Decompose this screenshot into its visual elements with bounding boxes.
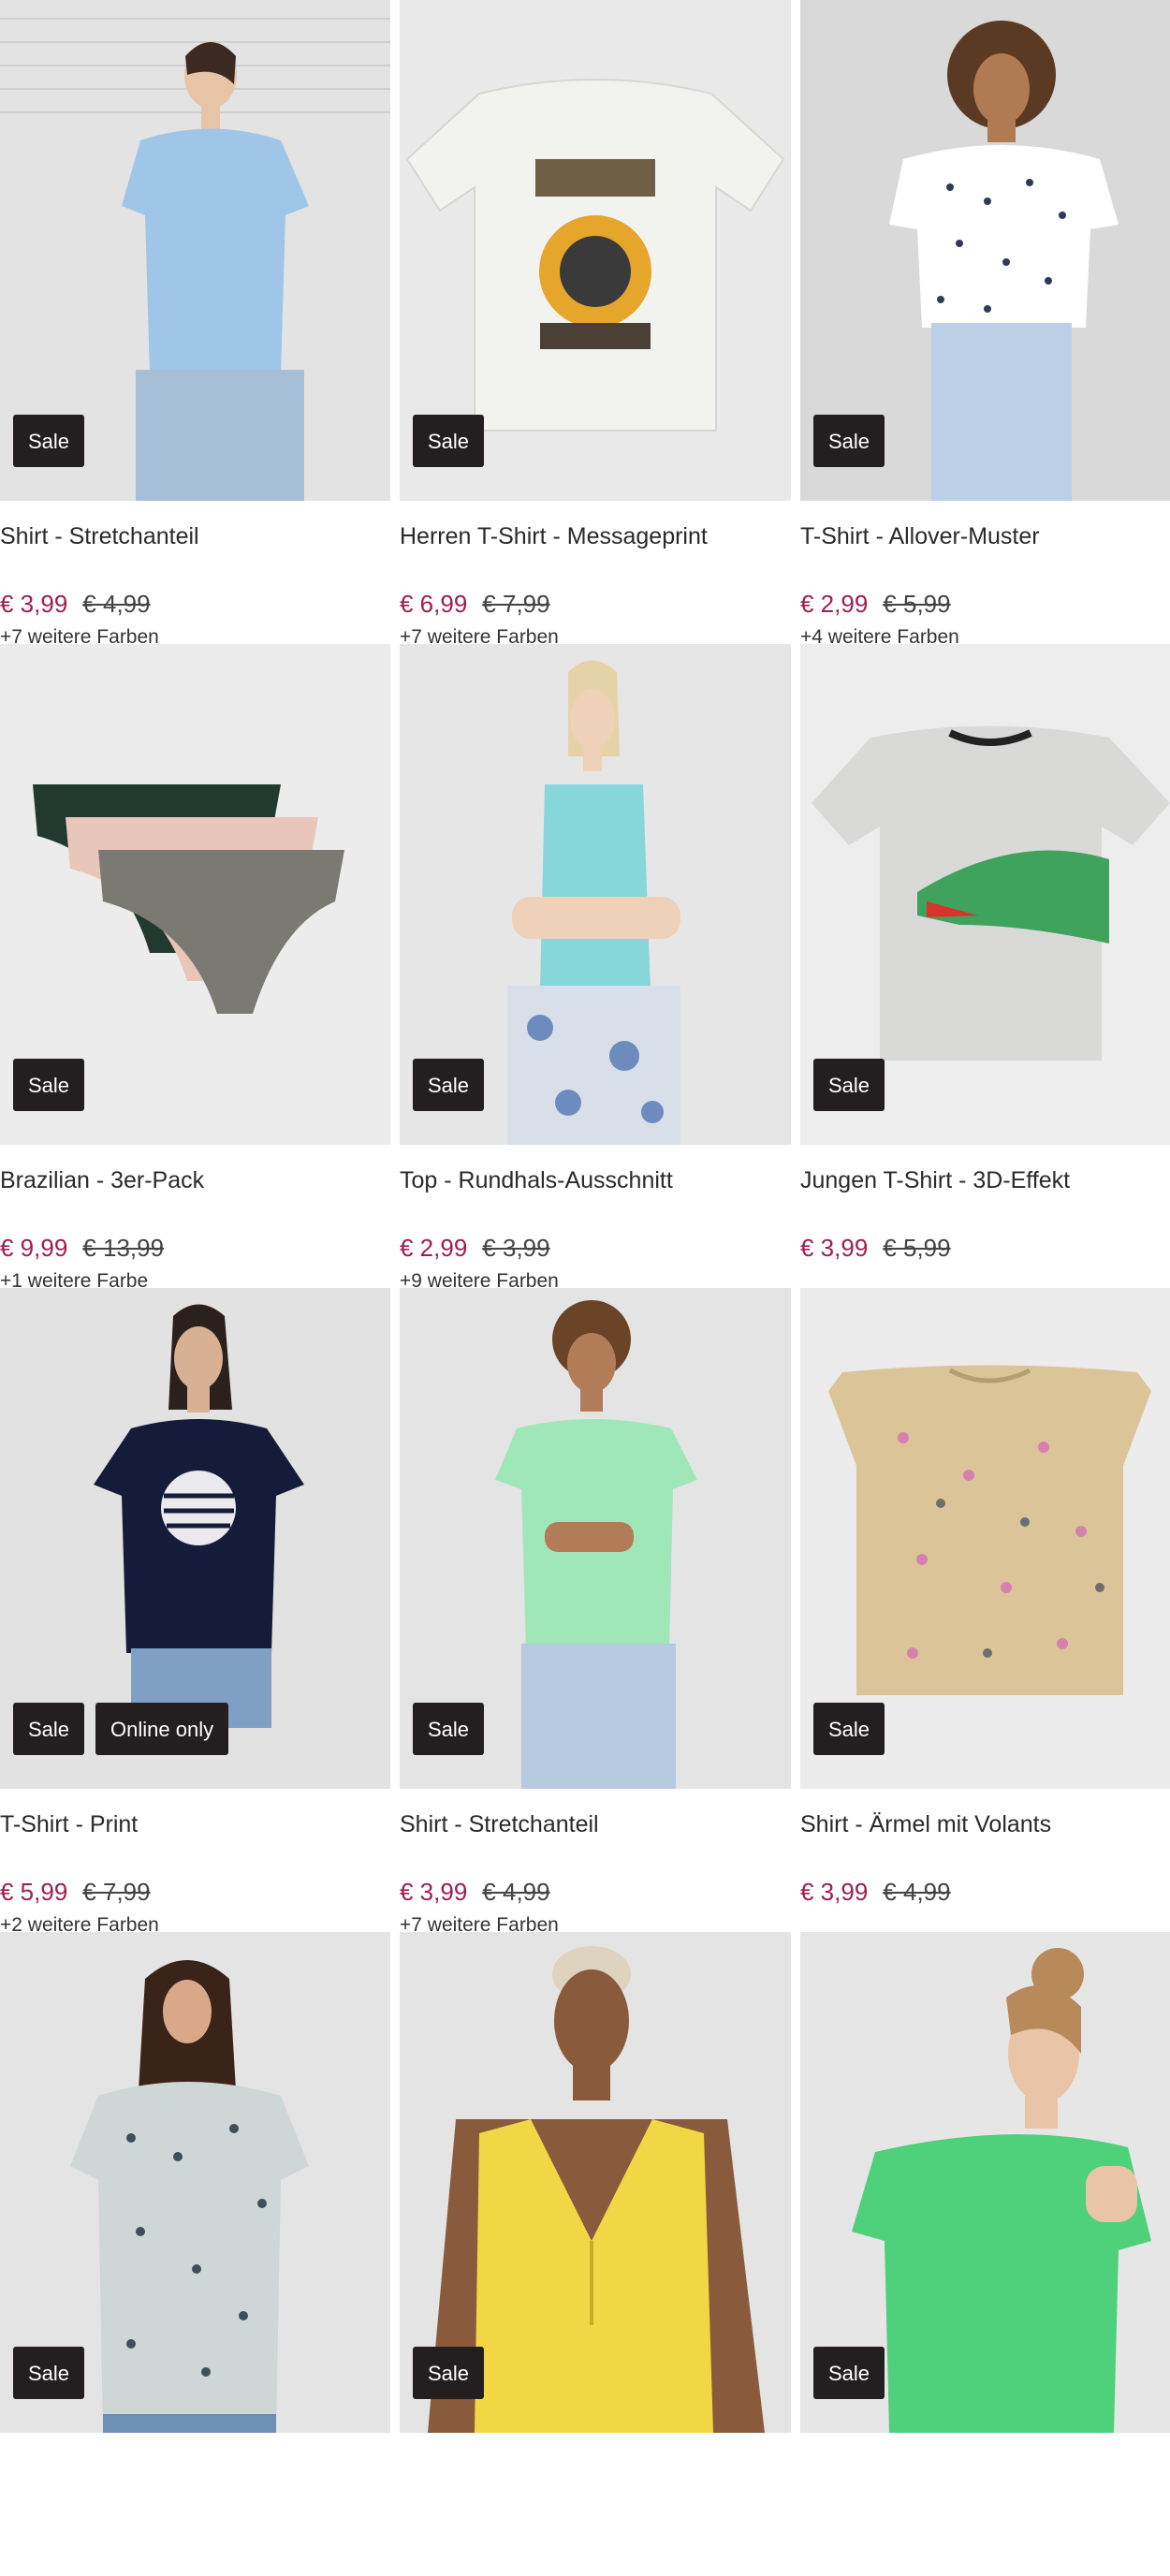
- product-title[interactable]: Shirt - Ärmel mit Volants: [800, 1811, 1170, 1838]
- sale-price: € 5,99: [0, 1878, 68, 1906]
- original-price: € 5,99: [883, 1234, 951, 1262]
- original-price: € 4,99: [482, 1878, 550, 1906]
- product-image[interactable]: Sale: [0, 0, 390, 501]
- badge-group: Sale: [413, 2347, 485, 2399]
- badge-group: Sale: [413, 1703, 485, 1755]
- price-row: € 9,99 € 13,99: [0, 1234, 390, 1263]
- price-row: € 5,99 € 7,99: [0, 1878, 390, 1907]
- more-colors-link[interactable]: +9 weitere Farben: [400, 1270, 791, 1288]
- product-title[interactable]: Shirt - Stretchanteil: [0, 523, 390, 550]
- sale-badge: Sale: [813, 1703, 885, 1755]
- badge-group: Sale: [13, 2347, 85, 2399]
- sale-price: € 6,99: [400, 590, 468, 618]
- product-image[interactable]: Sale: [400, 1932, 791, 2433]
- product-card[interactable]: Sale Jungen T-Shirt - 3D-Effekt € 3,99 €…: [800, 644, 1170, 1288]
- price-row: € 3,99 € 4,99: [0, 590, 390, 619]
- product-title[interactable]: Herren T-Shirt - Messageprint: [400, 523, 791, 550]
- product-image[interactable]: Sale: [800, 1288, 1170, 1789]
- price-row: € 3,99 € 4,99: [800, 1878, 1170, 1907]
- badge-group: Sale: [413, 415, 485, 467]
- product-card[interactable]: Sale Top - Rundhals-Ausschnitt € 2,99 € …: [400, 644, 791, 1288]
- product-image[interactable]: Sale: [400, 1288, 791, 1789]
- more-colors-link[interactable]: +7 weitere Farben: [400, 626, 791, 644]
- badge-group: Sale: [13, 415, 85, 467]
- more-colors-link[interactable]: +7 weitere Farben: [400, 1914, 791, 1932]
- product-image[interactable]: Sale: [400, 0, 791, 501]
- original-price: € 4,99: [82, 590, 151, 618]
- sale-price: € 3,99: [800, 1234, 869, 1262]
- price-row: € 2,99 € 5,99: [800, 590, 1170, 619]
- original-price: € 4,99: [883, 1878, 951, 1906]
- product-image[interactable]: Sale: [800, 644, 1170, 1145]
- product-title[interactable]: Top - Rundhals-Ausschnitt: [400, 1167, 791, 1194]
- product-card[interactable]: Sale Shirt - Ärmel mit Volants € 3,99 € …: [800, 1288, 1170, 1932]
- product-title[interactable]: T-Shirt - Allover-Muster: [800, 523, 1170, 550]
- sale-price: € 2,99: [800, 590, 869, 618]
- sale-badge: Sale: [13, 415, 85, 467]
- original-price: € 7,99: [482, 590, 550, 618]
- badge-group: Sale: [813, 1703, 885, 1755]
- sale-badge: Sale: [813, 415, 885, 467]
- more-colors-link[interactable]: +1 weitere Farbe: [0, 1270, 390, 1288]
- sale-badge: Sale: [813, 2347, 885, 2399]
- badge-group: Sale: [813, 415, 885, 467]
- more-colors-link[interactable]: +4 weitere Farben: [800, 626, 1170, 644]
- sale-badge: Sale: [813, 1059, 885, 1111]
- product-card[interactable]: Sale Brazilian - 3er-Pack € 9,99 € 13,99…: [0, 644, 390, 1288]
- sale-price: € 3,99: [0, 590, 68, 618]
- original-price: € 7,99: [82, 1878, 151, 1906]
- badge-group: Sale: [813, 1059, 885, 1111]
- sale-badge: Sale: [413, 415, 485, 467]
- sale-price: € 3,99: [400, 1878, 468, 1906]
- sale-badge: Sale: [413, 2347, 485, 2399]
- product-card[interactable]: Sale Shirt - Stretchanteil € 3,99 € 4,99…: [0, 0, 390, 644]
- product-image[interactable]: Sale: [0, 644, 390, 1145]
- product-card[interactable]: Sale: [400, 1932, 791, 2576]
- original-price: € 5,99: [883, 590, 951, 618]
- product-card[interactable]: Sale T-Shirt - Allover-Muster € 2,99 € 5…: [800, 0, 1170, 644]
- product-image[interactable]: Sale Online only: [0, 1288, 390, 1789]
- product-title[interactable]: Brazilian - 3er-Pack: [0, 1167, 390, 1194]
- sale-badge: Sale: [13, 1703, 85, 1755]
- product-card[interactable]: Sale: [800, 1932, 1170, 2576]
- badge-group: Sale: [413, 1059, 485, 1111]
- product-grid: Sale Shirt - Stretchanteil € 3,99 € 4,99…: [0, 0, 1170, 2576]
- product-image[interactable]: Sale: [400, 644, 791, 1145]
- sale-price: € 2,99: [400, 1234, 468, 1262]
- price-row: € 2,99 € 3,99: [400, 1234, 791, 1263]
- more-colors-link[interactable]: +7 weitere Farben: [0, 626, 390, 644]
- sale-badge: Sale: [13, 2347, 85, 2399]
- product-card[interactable]: Sale Shirt - Stretchanteil € 3,99 € 4,99…: [400, 1288, 791, 1932]
- price-row: € 3,99 € 4,99: [400, 1878, 791, 1907]
- original-price: € 3,99: [482, 1234, 550, 1262]
- sale-badge: Sale: [413, 1059, 485, 1111]
- sale-price: € 3,99: [800, 1878, 869, 1906]
- product-image[interactable]: Sale: [0, 1932, 390, 2433]
- product-card[interactable]: Sale: [0, 1932, 390, 2576]
- original-price: € 13,99: [82, 1234, 165, 1262]
- price-row: € 6,99 € 7,99: [400, 590, 791, 619]
- product-image[interactable]: Sale: [800, 0, 1170, 501]
- price-row: € 3,99 € 5,99: [800, 1234, 1170, 1263]
- online-only-badge: Online only: [95, 1703, 229, 1755]
- sale-badge: Sale: [413, 1703, 485, 1755]
- product-image[interactable]: Sale: [800, 1932, 1170, 2433]
- badge-group: Sale: [813, 2347, 885, 2399]
- badge-group: Sale: [13, 1059, 85, 1111]
- product-title[interactable]: Shirt - Stretchanteil: [400, 1811, 791, 1838]
- product-title[interactable]: Jungen T-Shirt - 3D-Effekt: [800, 1167, 1170, 1194]
- sale-price: € 9,99: [0, 1234, 68, 1262]
- product-card[interactable]: Sale Herren T-Shirt - Messageprint € 6,9…: [400, 0, 791, 644]
- more-colors-link[interactable]: +2 weitere Farben: [0, 1914, 390, 1932]
- badge-group: Sale Online only: [13, 1703, 229, 1755]
- sale-badge: Sale: [13, 1059, 85, 1111]
- product-title[interactable]: T-Shirt - Print: [0, 1811, 390, 1838]
- product-card[interactable]: Sale Online only T-Shirt - Print € 5,99 €…: [0, 1288, 390, 1932]
